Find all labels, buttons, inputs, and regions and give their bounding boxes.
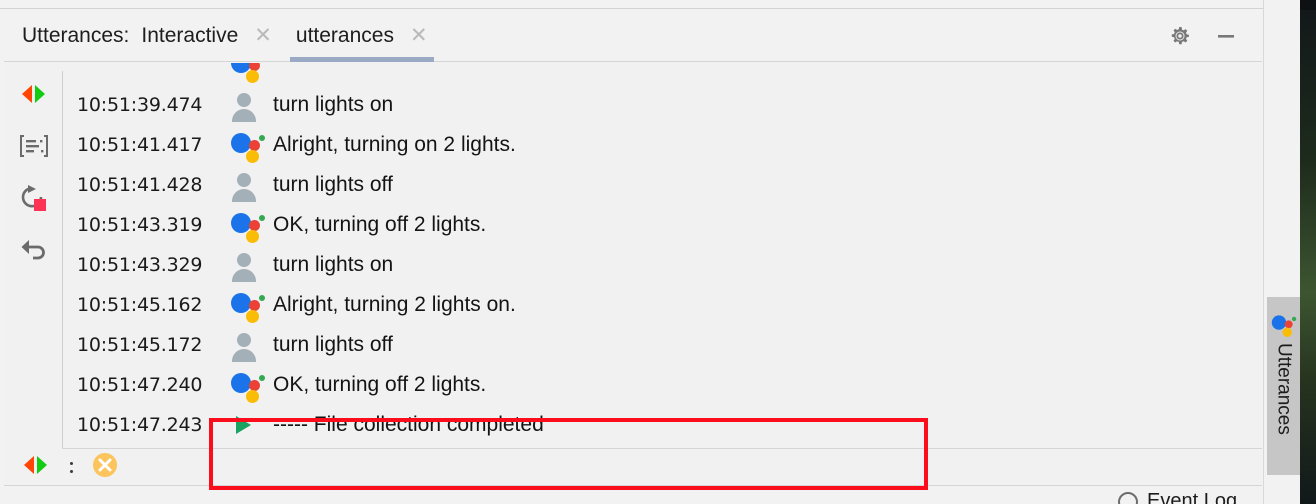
close-icon[interactable]: ✕ (254, 25, 272, 46)
settings-gear-button[interactable] (1166, 22, 1194, 50)
table-row[interactable]: 10:51:41.417 Alright, turning on 2 light… (63, 125, 1262, 165)
rerun-stop-icon (21, 185, 46, 211)
utterances-log-list[interactable]: 10:51:39.474 turn lights on 10:51:41.417… (63, 63, 1262, 449)
page-title: Utterances: (22, 23, 130, 47)
toolbar-back-button[interactable] (17, 233, 51, 267)
table-row[interactable]: 10:51:45.162 Alright, turning 2 lights o… (63, 285, 1262, 325)
assistant-icon (225, 290, 273, 323)
log-message: turn lights on (273, 253, 394, 276)
left-right-arrows-icon (22, 85, 45, 103)
console-body: 10:51:39.474 turn lights on 10:51:41.417… (4, 63, 1262, 449)
assistant-icon (225, 63, 273, 83)
tool-window-header: Utterances: Interactive ✕ utterances ✕ (4, 10, 1262, 62)
log-timestamp: 10:51:39.474 (77, 94, 203, 116)
gear-icon (1171, 26, 1189, 44)
tab-interactive-label: Interactive (141, 23, 239, 47)
log-message: Alright, turning on 2 lights. (273, 133, 516, 156)
circle-icon (1118, 491, 1138, 504)
window-top-strip (0, 0, 1300, 9)
minimize-icon (1218, 34, 1234, 38)
log-timestamp: 10:51:43.329 (77, 254, 203, 276)
tab-utterances-label: utterances (295, 23, 394, 47)
assistant-icon (225, 370, 273, 403)
undo-arrow-icon (21, 240, 45, 260)
assistant-icon (225, 130, 273, 163)
table-row[interactable]: 10:51:47.243 ----- File collection compl… (63, 405, 1262, 445)
log-timestamp: 10:51:43.319 (77, 214, 203, 236)
table-row[interactable]: /Users/git/gh-sample/build/tmp/utterance… (63, 445, 1262, 449)
table-row[interactable]: 10:51:45.172 turn lights off (63, 325, 1262, 365)
log-row-clipped (63, 63, 1262, 85)
tab-utterances[interactable]: utterances ✕ (284, 10, 440, 62)
log-timestamp: 10:51:45.172 (77, 334, 203, 356)
close-icon[interactable]: ✕ (410, 25, 428, 46)
log-message: OK, turning off 2 lights. (273, 213, 487, 236)
vertical-dots-icon (66, 462, 77, 473)
user-icon (225, 331, 273, 362)
log-timestamp: 10:51:41.417 (77, 134, 203, 156)
log-message: turn lights on (273, 93, 394, 116)
tool-window-frame: Utterances: Interactive ✕ utterances ✕ 1… (0, 0, 1300, 504)
status-left-right-arrows-icon[interactable] (20, 453, 52, 482)
table-row[interactable]: 10:51:43.319 OK, turning off 2 lights. (63, 205, 1262, 245)
log-message: OK, turning off 2 lights. (273, 373, 487, 396)
table-row[interactable]: 10:51:43.329 turn lights on (63, 245, 1262, 285)
log-timestamp: 10:51:47.243 (77, 414, 203, 436)
table-row[interactable]: 10:51:39.474 turn lights on (63, 85, 1262, 125)
console-toolbar (4, 63, 62, 449)
application-window: Utterances: Interactive ✕ utterances ✕ 1… (0, 0, 1316, 504)
tab-interactive[interactable]: Interactive ✕ (129, 10, 284, 62)
user-icon (225, 171, 273, 202)
desktop-background-edge (1300, 0, 1316, 504)
user-icon (225, 91, 273, 122)
play-triangle-icon (225, 413, 273, 437)
log-message: Alright, turning 2 lights on. (273, 293, 516, 316)
event-log-label: Event Log (1147, 490, 1238, 504)
toolbar-soft-wrap-button[interactable] (17, 129, 51, 163)
hide-panel-button[interactable] (1212, 22, 1240, 50)
assistant-icon (225, 210, 273, 243)
soft-wrap-icon (20, 135, 48, 157)
toolbar-rerun-button[interactable] (17, 181, 51, 215)
toolbar-scroll-to-end-button[interactable] (17, 77, 51, 111)
log-message: ----- File collection completed (273, 413, 544, 436)
log-message: turn lights off (273, 333, 393, 356)
window-bottom-strip (0, 487, 1300, 504)
status-bar (4, 450, 1262, 486)
table-row[interactable]: 10:51:47.240 OK, turning off 2 lights. (63, 365, 1262, 405)
sidebar-item-label: Utterances (1273, 343, 1295, 435)
user-icon (225, 251, 273, 282)
event-log-button[interactable]: Event Log (1118, 490, 1237, 504)
log-timestamp: 10:51:45.162 (77, 294, 203, 316)
assistant-icon (1271, 313, 1296, 337)
log-message: turn lights off (273, 173, 393, 196)
log-timestamp: 10:51:41.428 (77, 174, 203, 196)
status-error-icon[interactable] (91, 451, 119, 484)
sidebar-item-utterances[interactable]: Utterances (1267, 297, 1300, 475)
header-actions (1166, 22, 1262, 50)
log-timestamp: 10:51:47.240 (77, 374, 203, 396)
table-row[interactable]: 10:51:41.428 turn lights off (63, 165, 1262, 205)
